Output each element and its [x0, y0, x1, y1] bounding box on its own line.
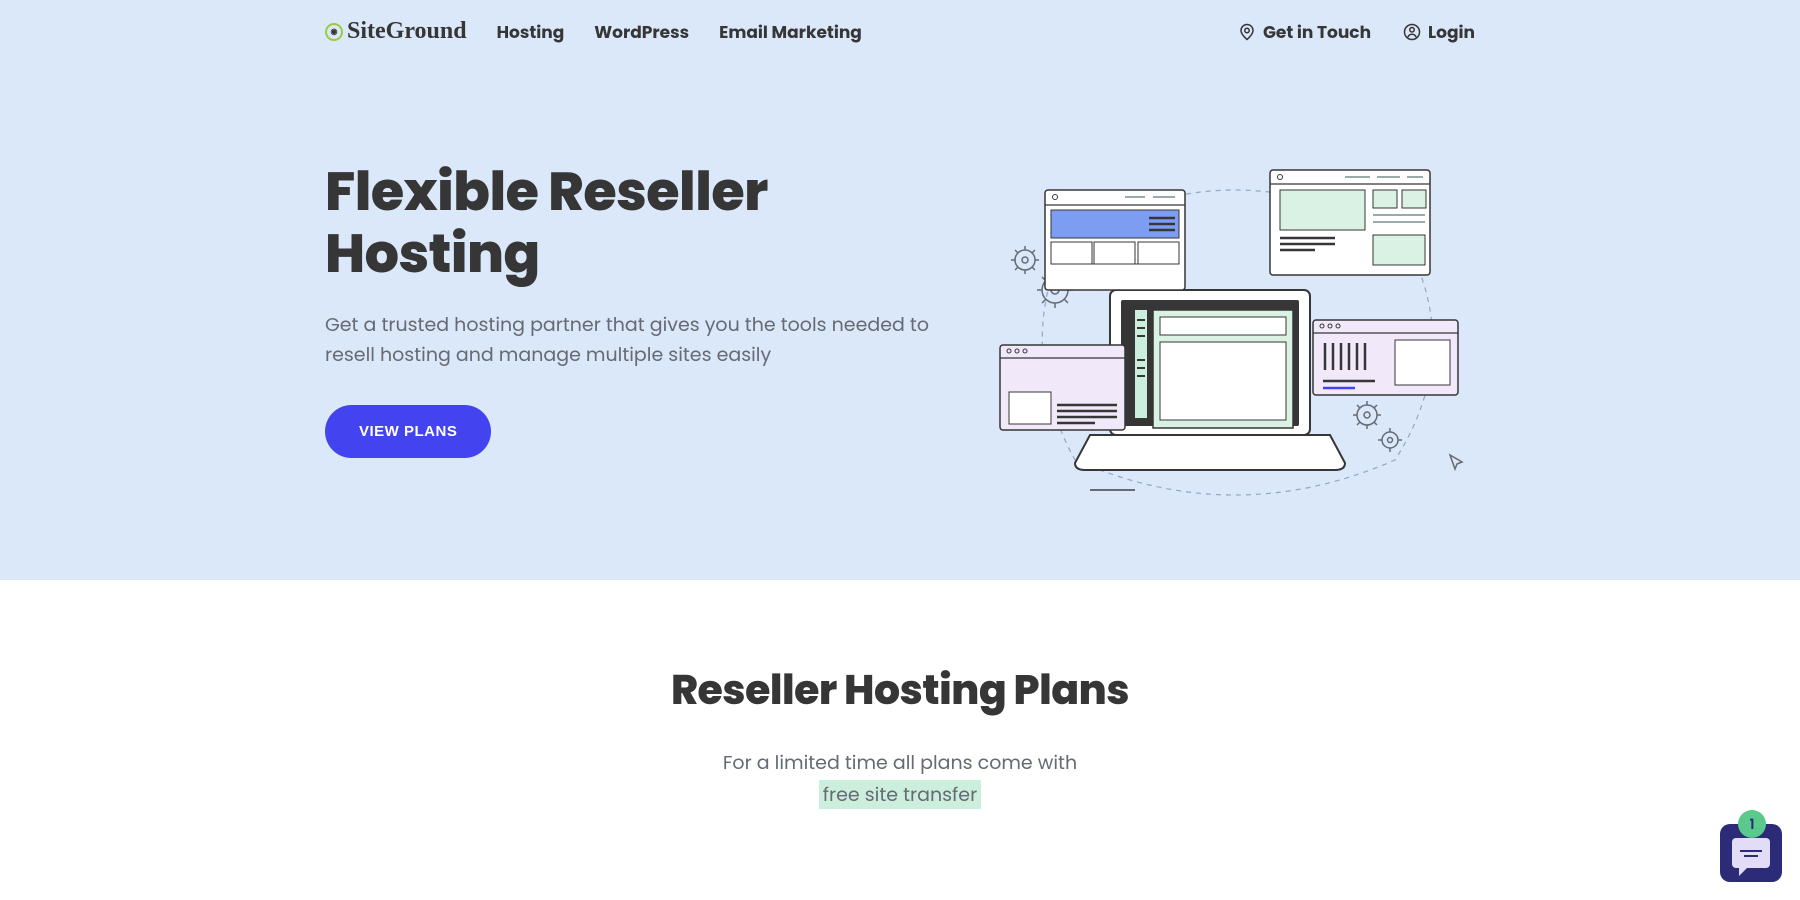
hero-illustration [995, 160, 1475, 520]
nav-item-wordpress[interactable]: WordPress [594, 19, 689, 45]
hero-title: Flexible Reseller Hosting [325, 160, 955, 284]
chat-widget-button[interactable]: 1 [1720, 824, 1782, 882]
plans-section: Reseller Hosting Plans For a limited tim… [0, 580, 1800, 852]
top-navigation: ◉ SiteGround Hosting WordPress Email Mar… [315, 0, 1485, 45]
location-pin-icon [1238, 23, 1256, 41]
get-in-touch-label: Get in Touch [1263, 19, 1371, 45]
chat-bubble-icon [1732, 838, 1770, 868]
nav-item-hosting[interactable]: Hosting [497, 19, 565, 45]
login-label: Login [1428, 19, 1475, 45]
get-in-touch-link[interactable]: Get in Touch [1238, 19, 1371, 45]
chat-notification-badge: 1 [1738, 810, 1766, 838]
nav-item-email-marketing[interactable]: Email Marketing [719, 19, 862, 45]
brand-name: SiteGround [347, 18, 467, 45]
user-circle-icon [1403, 23, 1421, 41]
brand-logo[interactable]: ◉ SiteGround [325, 18, 467, 45]
plans-title: Reseller Hosting Plans [20, 660, 1780, 721]
plans-subtitle: For a limited time all plans come with f… [20, 747, 1780, 812]
logo-mark-icon: ◉ [325, 23, 343, 41]
hero-description: Get a trusted hosting partner that gives… [325, 310, 955, 369]
plans-subtitle-lead: For a limited time all plans come with [723, 749, 1077, 776]
login-link[interactable]: Login [1403, 19, 1475, 45]
view-plans-button[interactable]: VIEW PLANS [325, 405, 491, 458]
plans-subtitle-highlight: free site transfer [819, 780, 981, 809]
